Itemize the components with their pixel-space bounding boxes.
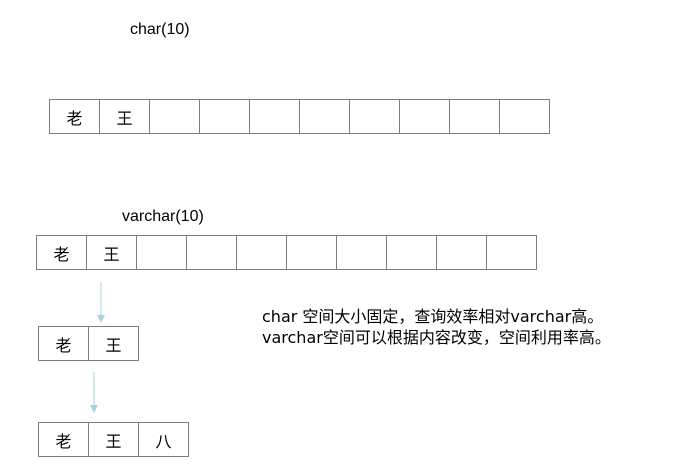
char-cell <box>149 99 200 134</box>
char-cell <box>299 99 350 134</box>
varchar-cell <box>486 235 537 270</box>
varchar-cell <box>136 235 187 270</box>
char-cell <box>249 99 300 134</box>
varchar-step2-cell: 王 <box>88 422 139 457</box>
char-title: char(10) <box>130 21 190 38</box>
char-cell <box>349 99 400 134</box>
note-varchar: varchar空间可以根据内容改变，空间利用率高。 <box>262 328 611 347</box>
char-cell <box>499 99 550 134</box>
char-cell <box>449 99 500 134</box>
down-arrow-icon <box>97 282 105 323</box>
varchar-cell: 老 <box>36 235 87 270</box>
varchar-step2-row: 老 王 八 <box>38 422 189 457</box>
varchar-cell: 王 <box>86 235 137 270</box>
varchar-step2-cell: 老 <box>38 422 89 457</box>
char-cell: 王 <box>99 99 150 134</box>
char-cell <box>199 99 250 134</box>
varchar-cell <box>286 235 337 270</box>
note-char: char 空间大小固定，查询效率相对varchar高。 <box>262 307 604 326</box>
varchar-title: varchar(10) <box>122 208 204 225</box>
varchar-step1-row: 老 王 <box>38 326 139 361</box>
char-cell-row: 老 王 <box>49 99 550 134</box>
varchar-cell <box>336 235 387 270</box>
varchar-cell-row: 老 王 <box>36 235 537 270</box>
varchar-step2-cell: 八 <box>138 422 189 457</box>
char-cell: 老 <box>49 99 100 134</box>
varchar-cell <box>386 235 437 270</box>
varchar-cell <box>436 235 487 270</box>
varchar-step1-cell: 王 <box>88 326 139 361</box>
down-arrow-icon <box>90 372 98 413</box>
varchar-cell <box>186 235 237 270</box>
varchar-cell <box>236 235 287 270</box>
varchar-step1-cell: 老 <box>38 326 89 361</box>
char-cell <box>399 99 450 134</box>
